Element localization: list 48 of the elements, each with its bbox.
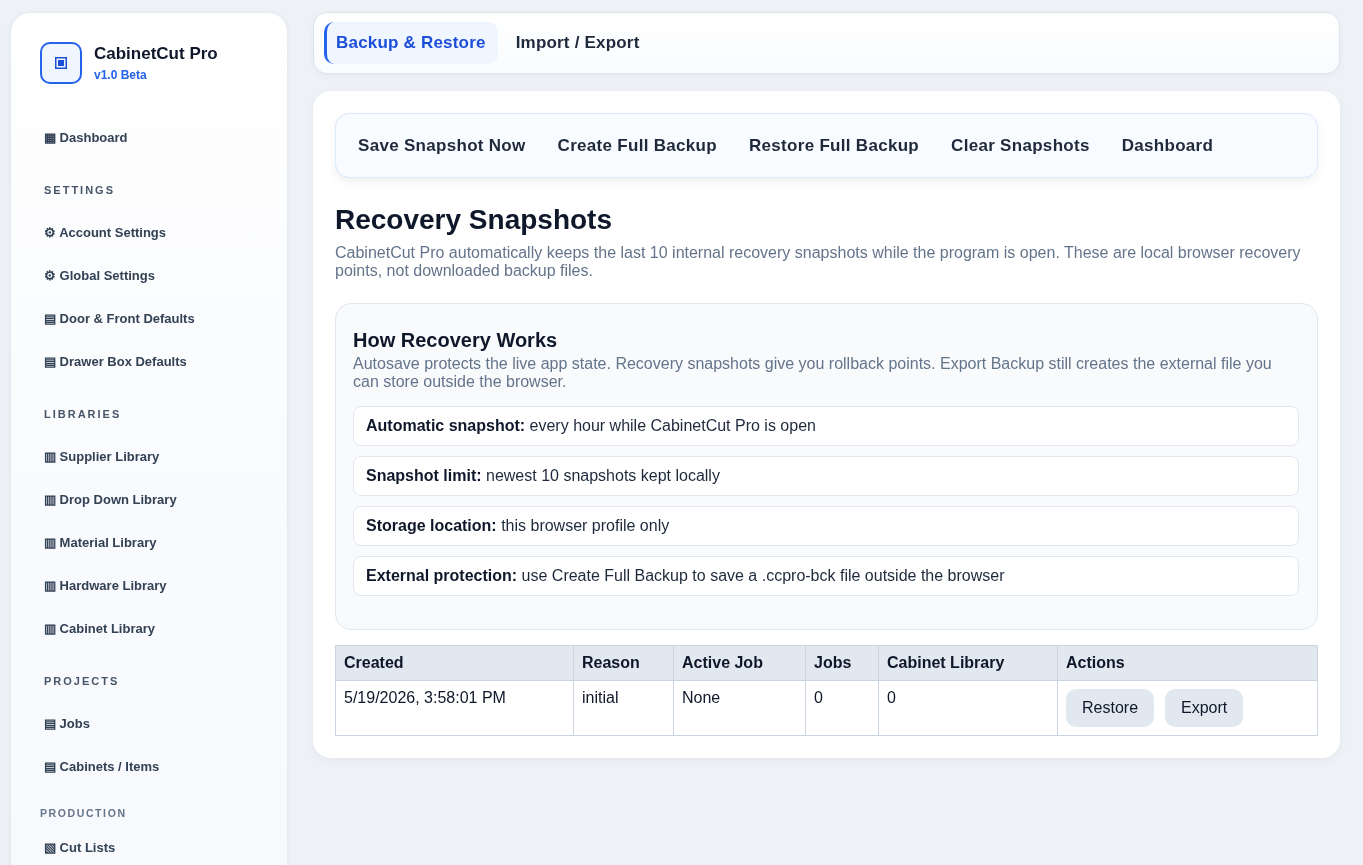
toolbar-button[interactable]: Save Snapshot Now (342, 124, 542, 167)
tab[interactable]: Import / Export (503, 22, 652, 64)
app-title: CabinetCut Pro (94, 43, 218, 64)
table-header-cell: Created (335, 645, 574, 681)
nav-item[interactable]: ▤ Door & Front Defaults (40, 297, 258, 340)
table-action-button[interactable]: Export (1165, 689, 1244, 727)
table-header-cell: Cabinet Library (878, 645, 1058, 681)
info-title: How Recovery Works (353, 328, 559, 352)
nav-item[interactable]: ▤ Drawer Box Defaults (40, 340, 258, 383)
table-cell: None (673, 680, 806, 736)
nav-item[interactable]: ▧ Cut Lists (40, 826, 258, 865)
page-description: CabinetCut Pro automatically keeps the last 10 internal recovery snapshots while the program is open. These are local browser recovery points, not downloaded backup files. (335, 244, 1302, 280)
nav-item[interactable]: ⚙ Global Settings (40, 254, 258, 297)
version-label: v1.0 Beta (94, 67, 148, 83)
table-cell: 0 (805, 680, 879, 736)
table-cell: 0 (878, 680, 1058, 736)
page-title: Recovery Snapshots (335, 204, 613, 236)
info-description: Autosave protects the live app state. Recovery snapshots give you rollback points. Export Backup still creates the external file you can store outside the browser. (353, 355, 1273, 391)
toolbar-button[interactable]: Create Full Backup (541, 124, 733, 167)
nav-item[interactable]: ▥ Cabinet Library (40, 607, 258, 650)
info-row: Automatic snapshot: every hour while CabinetCut Pro is open (353, 406, 1299, 446)
section-heading: PRODUCTION (40, 806, 128, 821)
table-action-button[interactable]: Restore (1066, 689, 1155, 727)
table-header-cell: Active Job (673, 645, 806, 681)
nav-item[interactable]: ▤ Cabinets / Items (40, 745, 258, 788)
table-header-cell: Reason (573, 645, 674, 681)
nav-item[interactable]: ▥ Supplier Library (40, 435, 258, 478)
table-cell: 5/19/2026, 3:58:01 PM (335, 680, 574, 736)
section-heading: LIBRARIES (43, 407, 123, 422)
nav-item[interactable]: ▤ Jobs (40, 702, 258, 745)
nav-item[interactable]: ▥ Hardware Library (40, 564, 258, 607)
section-heading: SETTINGS (43, 183, 116, 198)
logo-icon (40, 42, 82, 84)
table-header-cell: Jobs (805, 645, 879, 681)
info-row: Storage location: this browser profile only (353, 506, 1299, 546)
nav-item[interactable]: ▥ Material Library (40, 521, 258, 564)
toolbar-button[interactable]: Clear Snapshots (935, 124, 1106, 167)
info-row: Snapshot limit: newest 10 snapshots kept locally (353, 456, 1299, 496)
toolbar-button[interactable]: Dashboard (1105, 124, 1230, 167)
toolbar-button[interactable]: Restore Full Backup (733, 124, 936, 167)
table-header-cell: Actions (1057, 645, 1318, 681)
section-heading: PROJECTS (43, 674, 121, 689)
nav-item[interactable]: ⚙ Account Settings (40, 211, 258, 254)
nav-item[interactable]: ▦ Dashboard (40, 116, 258, 159)
tab[interactable]: Backup & Restore (324, 22, 498, 64)
info-row: External protection: use Create Full Backup to save a .ccpro-bck file outside the browser (353, 556, 1299, 596)
nav-item[interactable]: ▥ Drop Down Library (40, 478, 258, 521)
table-cell: initial (573, 680, 674, 736)
